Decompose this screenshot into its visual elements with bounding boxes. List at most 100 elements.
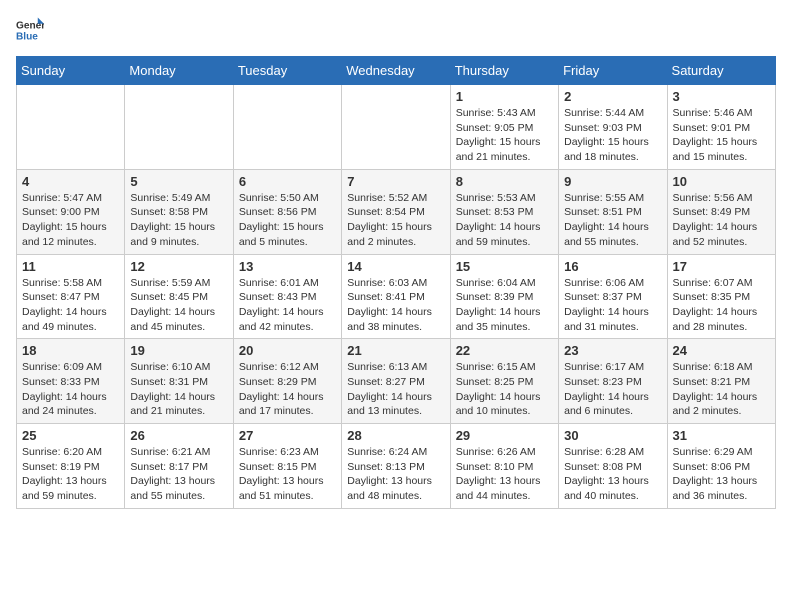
day-info: Sunset: 8:51 PM	[564, 205, 661, 220]
day-info: Daylight: 14 hours and 2 minutes.	[673, 390, 770, 419]
calendar-cell: 18Sunrise: 6:09 AMSunset: 8:33 PMDayligh…	[17, 339, 125, 424]
day-number: 23	[564, 343, 661, 358]
day-info: Sunset: 8:06 PM	[673, 460, 770, 475]
day-info: Sunrise: 6:24 AM	[347, 445, 444, 460]
day-info: Daylight: 14 hours and 10 minutes.	[456, 390, 553, 419]
calendar-cell	[342, 85, 450, 170]
calendar-week-4: 18Sunrise: 6:09 AMSunset: 8:33 PMDayligh…	[17, 339, 776, 424]
day-number: 17	[673, 259, 770, 274]
logo: General Blue	[16, 16, 44, 44]
day-info: Sunset: 8:58 PM	[130, 205, 227, 220]
day-info: Sunset: 9:05 PM	[456, 121, 553, 136]
day-info: Sunrise: 6:03 AM	[347, 276, 444, 291]
day-info: Daylight: 14 hours and 17 minutes.	[239, 390, 336, 419]
calendar-header-thursday: Thursday	[450, 57, 558, 85]
day-number: 27	[239, 428, 336, 443]
day-info: Sunrise: 6:15 AM	[456, 360, 553, 375]
day-info: Daylight: 15 hours and 12 minutes.	[22, 220, 119, 249]
day-number: 18	[22, 343, 119, 358]
day-info: Sunset: 8:19 PM	[22, 460, 119, 475]
day-info: Daylight: 14 hours and 24 minutes.	[22, 390, 119, 419]
day-number: 10	[673, 174, 770, 189]
day-number: 22	[456, 343, 553, 358]
day-info: Sunset: 8:53 PM	[456, 205, 553, 220]
calendar-cell: 23 Sunrise: 6:17 AMSunset: 8:23 PMDayligh…	[559, 339, 667, 424]
calendar-cell: 28Sunrise: 6:24 AMSunset: 8:13 PMDayligh…	[342, 424, 450, 509]
day-info: Daylight: 14 hours and 49 minutes.	[22, 305, 119, 334]
calendar-cell: 2Sunrise: 5:44 AMSunset: 9:03 PMDaylight…	[559, 85, 667, 170]
page-header: General Blue	[16, 16, 776, 44]
day-number: 14	[347, 259, 444, 274]
day-info: Daylight: 14 hours and 55 minutes.	[564, 220, 661, 249]
day-info: Sunrise: 6:23 AM	[239, 445, 336, 460]
calendar-table: SundayMondayTuesdayWednesdayThursdayFrid…	[16, 56, 776, 509]
day-info: Daylight: 14 hours and 28 minutes.	[673, 305, 770, 334]
calendar-cell: 30Sunrise: 6:28 AMSunset: 8:08 PMDayligh…	[559, 424, 667, 509]
day-info: Sunset: 8:27 PM	[347, 375, 444, 390]
day-number: 16	[564, 259, 661, 274]
day-info: Sunrise: 5:49 AM	[130, 191, 227, 206]
day-info: Daylight: 14 hours and 6 minutes.	[564, 390, 661, 419]
calendar-cell: 4Sunrise: 5:47 AMSunset: 9:00 PMDaylight…	[17, 169, 125, 254]
day-info: Sunrise: 6:07 AM	[673, 276, 770, 291]
day-info: Daylight: 14 hours and 31 minutes.	[564, 305, 661, 334]
day-number: 30	[564, 428, 661, 443]
day-number: 19	[130, 343, 227, 358]
day-info: Sunrise: 5:58 AM	[22, 276, 119, 291]
day-info: Daylight: 13 hours and 36 minutes.	[673, 474, 770, 503]
day-info: Daylight: 14 hours and 21 minutes.	[130, 390, 227, 419]
calendar-cell: 9Sunrise: 5:55 AMSunset: 8:51 PMDaylight…	[559, 169, 667, 254]
day-info: Sunrise: 5:50 AM	[239, 191, 336, 206]
day-number: 1	[456, 89, 553, 104]
calendar-cell: 17 Sunrise: 6:07 AMSunset: 8:35 PMDayligh…	[667, 254, 775, 339]
calendar-week-2: 4Sunrise: 5:47 AMSunset: 9:00 PMDaylight…	[17, 169, 776, 254]
day-info: Sunrise: 6:10 AM	[130, 360, 227, 375]
calendar-header-tuesday: Tuesday	[233, 57, 341, 85]
day-info: Sunset: 8:35 PM	[673, 290, 770, 305]
day-info: Daylight: 15 hours and 5 minutes.	[239, 220, 336, 249]
day-info: Sunrise: 5:53 AM	[456, 191, 553, 206]
logo-icon: General Blue	[16, 16, 44, 44]
day-info: Sunset: 9:03 PM	[564, 121, 661, 136]
calendar-cell: 3Sunrise: 5:46 AMSunset: 9:01 PMDaylight…	[667, 85, 775, 170]
day-info: Sunset: 8:49 PM	[673, 205, 770, 220]
day-info: Sunrise: 5:47 AM	[22, 191, 119, 206]
day-info: Sunset: 8:10 PM	[456, 460, 553, 475]
day-info: Sunrise: 6:18 AM	[673, 360, 770, 375]
day-info: Sunset: 8:33 PM	[22, 375, 119, 390]
day-info: Sunrise: 6:28 AM	[564, 445, 661, 460]
calendar-cell: 29Sunrise: 6:26 AMSunset: 8:10 PMDayligh…	[450, 424, 558, 509]
day-number: 13	[239, 259, 336, 274]
day-info: Daylight: 15 hours and 18 minutes.	[564, 135, 661, 164]
calendar-header-wednesday: Wednesday	[342, 57, 450, 85]
day-info: Sunset: 8:56 PM	[239, 205, 336, 220]
day-info: Sunrise: 6:06 AM	[564, 276, 661, 291]
calendar-week-5: 25Sunrise: 6:20 AMSunset: 8:19 PMDayligh…	[17, 424, 776, 509]
day-info: Daylight: 13 hours and 40 minutes.	[564, 474, 661, 503]
day-number: 28	[347, 428, 444, 443]
day-info: Daylight: 13 hours and 51 minutes.	[239, 474, 336, 503]
day-info: Sunrise: 6:29 AM	[673, 445, 770, 460]
calendar-cell: 22Sunrise: 6:15 AMSunset: 8:25 PMDayligh…	[450, 339, 558, 424]
calendar-header-monday: Monday	[125, 57, 233, 85]
calendar-cell: 24Sunrise: 6:18 AMSunset: 8:21 PMDayligh…	[667, 339, 775, 424]
day-number: 15	[456, 259, 553, 274]
day-info: Sunset: 8:31 PM	[130, 375, 227, 390]
calendar-cell: 7Sunrise: 5:52 AMSunset: 8:54 PMDaylight…	[342, 169, 450, 254]
day-info: Daylight: 13 hours and 44 minutes.	[456, 474, 553, 503]
day-info: Sunset: 8:23 PM	[564, 375, 661, 390]
day-info: Sunrise: 5:52 AM	[347, 191, 444, 206]
calendar-cell: 20Sunrise: 6:12 AMSunset: 8:29 PMDayligh…	[233, 339, 341, 424]
calendar-cell: 25Sunrise: 6:20 AMSunset: 8:19 PMDayligh…	[17, 424, 125, 509]
day-info: Daylight: 14 hours and 59 minutes.	[456, 220, 553, 249]
day-info: Sunrise: 5:56 AM	[673, 191, 770, 206]
day-number: 11	[22, 259, 119, 274]
day-info: Sunrise: 6:17 AM	[564, 360, 661, 375]
day-info: Sunset: 8:17 PM	[130, 460, 227, 475]
day-info: Sunset: 8:47 PM	[22, 290, 119, 305]
calendar-cell: 10Sunrise: 5:56 AMSunset: 8:49 PMDayligh…	[667, 169, 775, 254]
day-number: 9	[564, 174, 661, 189]
day-info: Sunset: 8:54 PM	[347, 205, 444, 220]
day-info: Daylight: 15 hours and 15 minutes.	[673, 135, 770, 164]
day-info: Sunset: 8:15 PM	[239, 460, 336, 475]
